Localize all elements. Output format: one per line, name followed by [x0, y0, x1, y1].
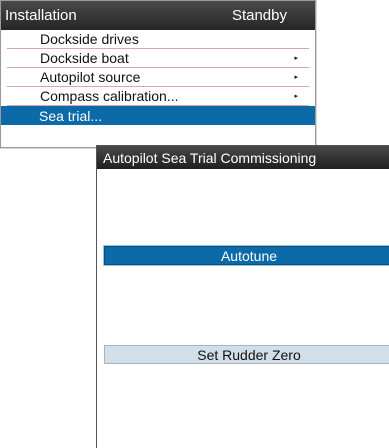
- menu-item-label: Autopilot source: [40, 69, 141, 85]
- menu-list: Dockside drives Dockside boat ▸ Autopilo…: [1, 30, 315, 125]
- set-rudder-zero-button-label: Set Rudder Zero: [197, 346, 301, 363]
- submenu-arrow-icon: ▸: [294, 74, 298, 81]
- menu-title: Installation: [5, 7, 77, 24]
- menu-item-label: Compass calibration...: [40, 88, 179, 104]
- menu-item-compass-calibration[interactable]: Compass calibration... ▸: [7, 87, 309, 106]
- submenu-arrow-icon: ▸: [294, 93, 298, 100]
- sea-trial-dialog: Autopilot Sea Trial Commissioning Autotu…: [96, 145, 389, 448]
- dialog-title: Autopilot Sea Trial Commissioning: [103, 149, 317, 166]
- menu-item-sea-trial[interactable]: Sea trial...: [1, 106, 315, 125]
- submenu-arrow-icon: ▸: [294, 55, 298, 62]
- menu-header: Installation Standby: [1, 1, 315, 30]
- menu-item-dockside-boat[interactable]: Dockside boat ▸: [7, 49, 309, 68]
- autotune-button[interactable]: Autotune: [104, 246, 389, 265]
- menu-item-dockside-drives[interactable]: Dockside drives: [7, 30, 309, 49]
- menu-item-autopilot-source[interactable]: Autopilot source ▸: [7, 68, 309, 87]
- menu-item-label: Sea trial...: [39, 107, 103, 124]
- set-rudder-zero-button[interactable]: Set Rudder Zero: [104, 345, 389, 364]
- dialog-title-bar: Autopilot Sea Trial Commissioning: [97, 146, 389, 169]
- screen: Installation Standby Dockside drives Doc…: [0, 0, 389, 448]
- menu-item-label: Dockside boat: [40, 50, 129, 66]
- autotune-button-label: Autotune: [220, 247, 278, 264]
- menu-item-label: Dockside drives: [40, 31, 139, 47]
- autopilot-status: Standby: [231, 7, 287, 24]
- installation-menu: Installation Standby Dockside drives Doc…: [0, 0, 316, 148]
